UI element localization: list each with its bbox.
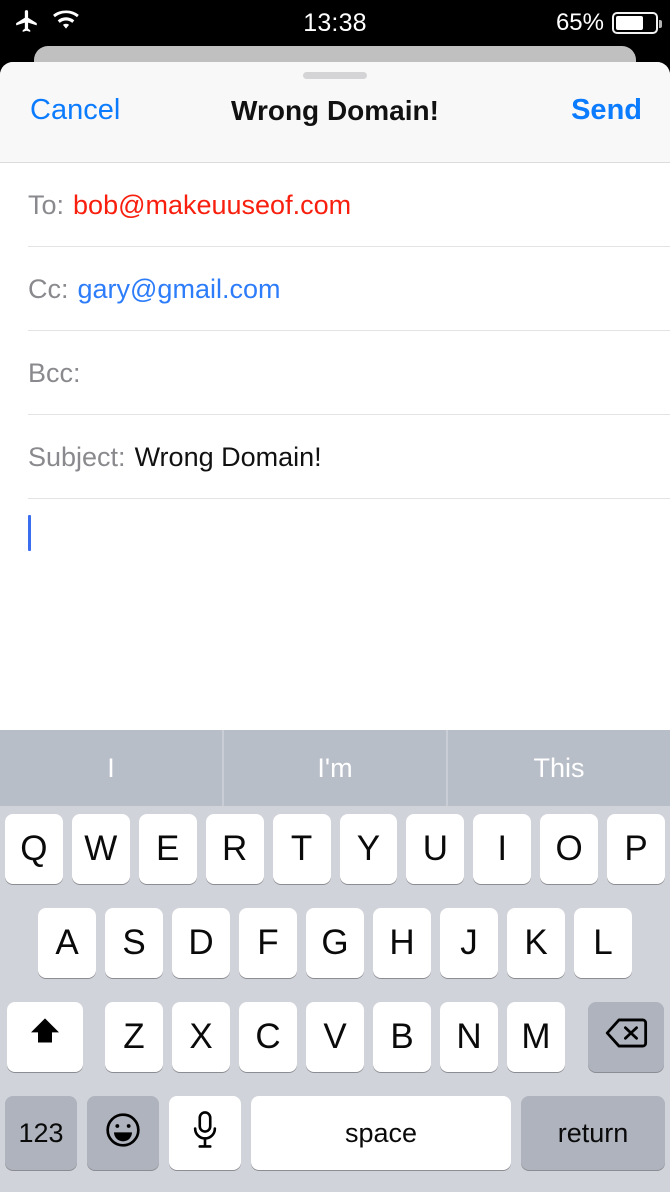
key-b[interactable]: B <box>373 1002 431 1072</box>
key-z[interactable]: Z <box>105 1002 163 1072</box>
status-bar-right: 65% <box>555 0 662 46</box>
key-w[interactable]: W <box>71 814 130 884</box>
key-f[interactable]: F <box>239 908 297 978</box>
emoji-key[interactable] <box>87 1096 159 1170</box>
predictive-text-bar: I I'm This <box>0 730 670 806</box>
field-value-subject: Wrong Domain! <box>134 441 322 472</box>
key-e[interactable]: E <box>138 814 197 884</box>
prediction-item-3[interactable]: This <box>446 730 670 806</box>
space-key[interactable]: space <box>251 1096 511 1170</box>
backspace-icon <box>604 1016 648 1059</box>
key-j[interactable]: J <box>440 908 498 978</box>
text-cursor <box>28 515 31 551</box>
sheet-grabber-handle[interactable] <box>303 72 367 79</box>
key-m[interactable]: M <box>507 1002 565 1072</box>
field-label-bcc: Bcc: <box>28 357 81 388</box>
key-g[interactable]: G <box>306 908 364 978</box>
keyboard-rows: Q W E R T Y U I O P A S D F G H J K L Z … <box>0 806 670 1170</box>
key-a[interactable]: A <box>38 908 96 978</box>
key-u[interactable]: U <box>406 814 465 884</box>
key-x[interactable]: X <box>172 1002 230 1072</box>
field-value-to: bob@makeuuseof.com <box>73 189 352 220</box>
field-label-cc: Cc: <box>28 273 69 304</box>
microphone-icon <box>190 1110 220 1157</box>
key-r[interactable]: R <box>205 814 264 884</box>
prediction-item-1[interactable]: I <box>0 730 222 806</box>
backspace-key[interactable] <box>587 1002 664 1072</box>
keyboard-row-3: Z X C V B N M <box>0 1002 670 1072</box>
on-screen-keyboard: I I'm This Q W E R T Y U I O P A S D F G… <box>0 730 670 1192</box>
recipient-field-to[interactable]: To: bob@makeuuseof.com <box>0 163 670 247</box>
shift-key[interactable] <box>6 1002 83 1072</box>
key-t[interactable]: T <box>272 814 331 884</box>
status-bar: 13:38 65% <box>0 0 670 46</box>
battery-icon <box>612 12 662 34</box>
field-label-subject: Subject: <box>28 441 126 472</box>
key-p[interactable]: P <box>607 814 666 884</box>
key-y[interactable]: Y <box>339 814 398 884</box>
field-value-cc: gary@gmail.com <box>77 273 281 304</box>
phone-screen: 13:38 65% Cancel Wrong Domain! Send To: … <box>0 0 670 1192</box>
key-k[interactable]: K <box>507 908 565 978</box>
recipient-field-bcc[interactable]: Bcc: <box>0 331 670 415</box>
subject-field[interactable]: Subject: Wrong Domain! <box>0 415 670 499</box>
prediction-item-2[interactable]: I'm <box>222 730 446 806</box>
key-n[interactable]: N <box>440 1002 498 1072</box>
battery-fill <box>616 16 644 30</box>
emoji-smiley-icon <box>103 1110 143 1157</box>
recipient-field-cc[interactable]: Cc: gary@gmail.com <box>0 247 670 331</box>
key-i[interactable]: I <box>473 814 532 884</box>
key-c[interactable]: C <box>239 1002 297 1072</box>
key-s[interactable]: S <box>105 908 163 978</box>
field-label-to: To: <box>28 189 65 220</box>
key-v[interactable]: V <box>306 1002 364 1072</box>
shift-arrow-icon <box>25 1013 65 1062</box>
key-h[interactable]: H <box>373 908 431 978</box>
send-button[interactable]: Send <box>571 94 642 127</box>
key-d[interactable]: D <box>172 908 230 978</box>
compose-nav-bar: Cancel Wrong Domain! Send <box>0 62 670 163</box>
return-key[interactable]: return <box>521 1096 665 1170</box>
battery-percentage: 65% <box>555 9 604 36</box>
message-body-input[interactable] <box>0 499 670 715</box>
dictation-key[interactable] <box>169 1096 241 1170</box>
keyboard-row-1: Q W E R T Y U I O P <box>0 814 670 884</box>
page-title: Wrong Domain! <box>231 95 439 126</box>
keyboard-row-4: 123 space return <box>0 1096 670 1170</box>
keyboard-row-2: A S D F G H J K L <box>0 908 670 978</box>
key-o[interactable]: O <box>540 814 599 884</box>
numbers-key[interactable]: 123 <box>5 1096 77 1170</box>
key-l[interactable]: L <box>574 908 632 978</box>
key-q[interactable]: Q <box>4 814 63 884</box>
